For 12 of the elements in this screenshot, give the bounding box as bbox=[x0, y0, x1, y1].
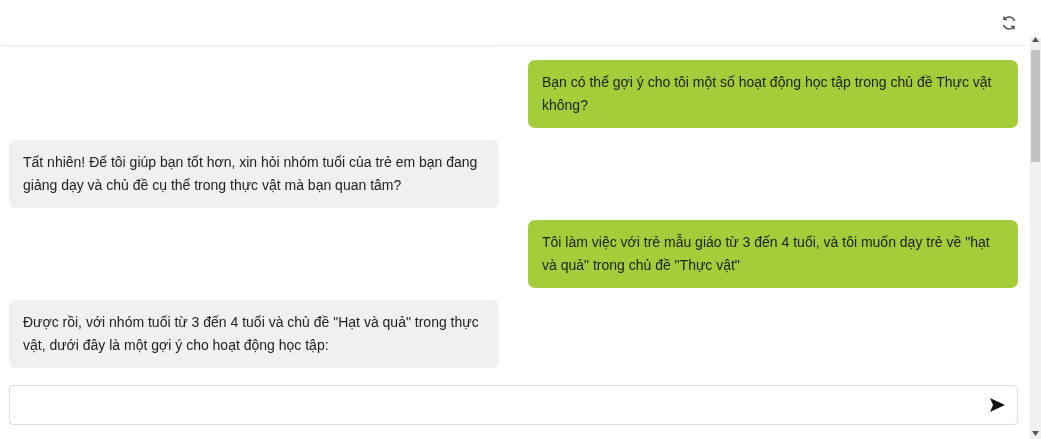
refresh-icon[interactable] bbox=[1001, 14, 1017, 31]
scroll-up-icon[interactable] bbox=[1032, 37, 1039, 42]
scrollbar[interactable] bbox=[1030, 37, 1041, 439]
message-bubble: Được rồi, với nhóm tuổi từ 3 đến 4 tuổi và chủ đề "Hạt và quả" trong thực vật, dưới đây là một gợi ý cho hoạt động học tập: bbox=[9, 300, 499, 368]
scrollbar-thumb[interactable] bbox=[1031, 50, 1040, 162]
message-bubble: Bạn có thể gợi ý cho tôi một số hoạt động học tập trong chủ đề Thực vật không? bbox=[528, 60, 1018, 128]
message-input-field[interactable] bbox=[9, 385, 1018, 425]
send-button[interactable] bbox=[990, 398, 1005, 412]
scroll-down-icon[interactable] bbox=[1032, 431, 1039, 436]
send-icon bbox=[990, 398, 1005, 412]
message-bubble: Tôi làm việc với trẻ mẫu giáo từ 3 đến 4 tuổi, và tôi muốn dạy trẻ về "hạt và quả" trong chủ đề "Thực vật" bbox=[528, 220, 1018, 288]
message-bubble: Tất nhiên! Để tôi giúp bạn tốt hơn, xin hỏi nhóm tuổi của trẻ em bạn đang giảng dạy và chủ đề cụ thể trong thực vật mà bạn quan tâm? bbox=[9, 140, 499, 208]
